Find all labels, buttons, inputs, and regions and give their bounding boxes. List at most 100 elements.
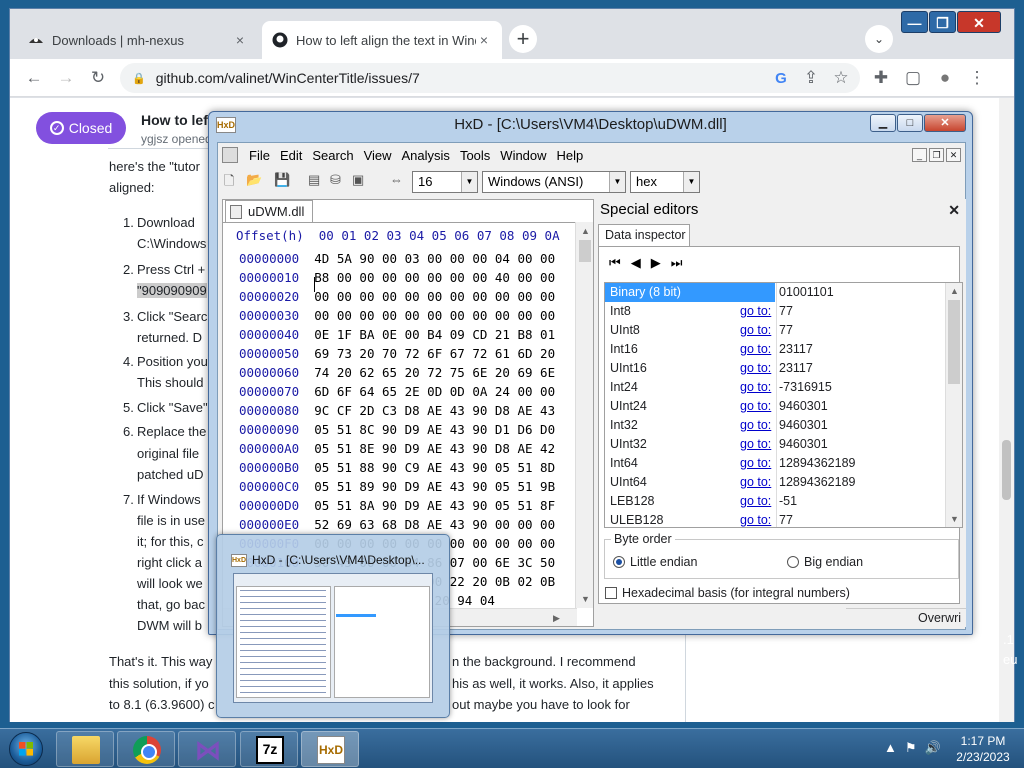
hex-bytes[interactable]: 69 73 20 70 72 6F 67 72 61 6D 20 (314, 346, 555, 361)
edit-mode-status[interactable]: Overwri (918, 611, 961, 625)
open-disk-icon[interactable]: ▣ (352, 172, 370, 190)
menu-search[interactable]: Search (307, 148, 358, 163)
open-file-icon[interactable]: 📂 (246, 172, 264, 190)
hex-row[interactable]: 000000D0 05 51 8A 90 D9 AE 43 90 05 51 8… (239, 496, 555, 515)
menu-file[interactable]: File (244, 148, 275, 163)
volume-icon[interactable]: 🔊 (925, 740, 941, 756)
hex-bytes[interactable]: 4D 5A 90 00 03 00 00 00 04 00 00 (314, 251, 555, 266)
hex-row[interactable]: 00000020 00 00 00 00 00 00 00 00 00 00 0… (239, 287, 555, 306)
hxd-titlebar[interactable]: HxD HxD - [C:\Users\VM4\Desktop\uDWM.dll… (209, 112, 972, 138)
address-bar[interactable]: 🔒 github.com/valinet/WinCenterTitle/issu… (120, 63, 860, 93)
mdi-close-button[interactable]: ✕ (946, 148, 961, 162)
goto-link[interactable]: go to: (740, 359, 771, 378)
document-icon[interactable] (222, 147, 238, 163)
hex-row[interactable]: 000000B0 05 51 88 90 C9 AE 43 90 05 51 8… (239, 458, 555, 477)
type-value[interactable]: 77 (779, 511, 793, 527)
maximize-button[interactable]: □ (897, 114, 923, 132)
vertical-scrollbar[interactable]: ▲ ▼ (575, 222, 593, 608)
bookmark-star-icon[interactable]: ☆ (827, 64, 855, 92)
taskbar-file-explorer[interactable] (56, 731, 114, 767)
menu-view[interactable]: View (359, 148, 397, 163)
inspector-row[interactable]: UInt24 go to: 9460301 (605, 397, 947, 416)
scrollbar-thumb[interactable] (579, 240, 591, 262)
close-button[interactable]: ✕ (924, 114, 966, 132)
charset-select[interactable]: Windows (ANSI) ▼ (482, 171, 626, 193)
reload-icon[interactable]: ↻ (84, 64, 112, 92)
goto-link[interactable]: go to: (740, 321, 771, 340)
hex-bytes[interactable]: 00 00 00 00 00 00 00 00 00 00 00 (314, 308, 555, 323)
hex-bytes[interactable]: 00 00 00 00 00 00 00 00 00 00 00 (314, 289, 555, 304)
type-value[interactable]: 23117 (779, 340, 813, 359)
type-value[interactable]: 77 (779, 321, 793, 340)
tab-udwm-dll[interactable]: uDWM.dll (225, 200, 313, 222)
big-endian-radio[interactable]: Big endian (787, 555, 863, 569)
scroll-down-icon[interactable]: ▼ (581, 594, 590, 604)
display-mode-select[interactable]: hex ▼ (630, 171, 700, 193)
first-icon[interactable]: ⏮ (609, 255, 621, 271)
hex-bytes[interactable]: 05 51 88 90 C9 AE 43 90 05 51 8D (314, 460, 555, 475)
type-value[interactable]: 12894362189 (779, 473, 855, 492)
hex-row[interactable]: 000000C0 05 51 89 90 D9 AE 43 90 05 51 9… (239, 477, 555, 496)
inspector-row[interactable]: UInt8 go to: 77 (605, 321, 947, 340)
hex-row[interactable]: 000000A0 05 51 8E 90 D9 AE 43 90 D8 AE 4… (239, 439, 555, 458)
profile-avatar-icon[interactable]: ● (931, 64, 959, 92)
mdi-minimize-button[interactable]: _ (912, 148, 927, 162)
inspector-row[interactable]: Int64 go to: 12894362189 (605, 454, 947, 473)
type-value[interactable]: 01001101 (779, 283, 834, 302)
scroll-up-icon[interactable]: ▲ (950, 286, 959, 296)
next-icon[interactable]: ▶ (651, 255, 661, 271)
tab-data-inspector[interactable]: Data inspector (598, 224, 690, 246)
radio-unchecked[interactable] (787, 556, 799, 568)
goto-link[interactable]: go to: (740, 378, 771, 397)
clock[interactable]: 1:17 PM 2/23/2023 (948, 733, 1018, 765)
taskbar-chrome[interactable] (117, 731, 175, 767)
menu-edit[interactable]: Edit (275, 148, 307, 163)
google-translate-icon[interactable]: G (767, 64, 795, 92)
scroll-right-icon[interactable]: ▶ (553, 613, 560, 624)
goto-link[interactable]: go to: (740, 397, 771, 416)
hex-bytes[interactable]: 05 51 89 90 D9 AE 43 90 05 51 9B (314, 479, 555, 494)
vertical-scrollbar[interactable]: ▲ ▼ (945, 283, 962, 527)
inspector-row[interactable]: Int24 go to: -7316915 (605, 378, 947, 397)
type-value[interactable]: 9460301 (779, 397, 828, 416)
taskbar-visual-studio[interactable]: ⋈ (178, 731, 236, 767)
taskbar-hxd[interactable]: HxD (301, 731, 359, 767)
hex-bytes[interactable]: 05 51 8A 90 D9 AE 43 90 05 51 8F (314, 498, 555, 513)
show-hidden-icons-icon[interactable]: ▲ (884, 740, 897, 756)
hex-bytes[interactable]: 0E 1F BA 0E 00 B4 09 CD 21 B8 01 (314, 327, 555, 342)
close-tab-icon[interactable]: × (232, 32, 248, 48)
goto-link[interactable]: go to: (740, 435, 771, 454)
hex-row[interactable]: 00000090 05 51 8C 90 D9 AE 43 90 D1 D6 D… (239, 420, 555, 439)
mdi-restore-button[interactable]: ❐ (929, 148, 944, 162)
hex-bytes[interactable]: B8 00 00 00 00 00 00 00 40 00 00 (314, 270, 555, 285)
type-value[interactable]: -7316915 (779, 378, 832, 397)
new-file-icon[interactable]: 🗋 (224, 172, 242, 190)
page-scrollbar[interactable] (999, 98, 1014, 722)
checkbox[interactable] (605, 587, 617, 599)
menu-tools[interactable]: Tools (455, 148, 495, 163)
hex-bytes[interactable]: 9C CF 2D C3 D8 AE 43 90 D8 AE 43 (314, 403, 555, 418)
hex-bytes[interactable]: 05 51 8C 90 D9 AE 43 90 D1 D6 D0 (314, 422, 555, 437)
network-icon[interactable]: ⚑ (905, 740, 917, 756)
type-value[interactable]: 9460301 (779, 416, 828, 435)
type-value[interactable]: -51 (779, 492, 797, 511)
hex-row[interactable]: 00000040 0E 1F BA 0E 00 B4 09 CD 21 B8 0… (239, 325, 555, 344)
inspector-row[interactable]: ULEB128 go to: 77 (605, 511, 947, 527)
tab-github-issue[interactable]: How to left align the text in Windo × (262, 21, 502, 59)
goto-link[interactable]: go to: (740, 340, 771, 359)
minimize-button[interactable]: — (901, 11, 928, 33)
hex-row[interactable]: 00000080 9C CF 2D C3 D8 AE 43 90 D8 AE 4… (239, 401, 555, 420)
close-tab-icon[interactable]: × (476, 32, 492, 48)
inspector-row[interactable]: LEB128 go to: -51 (605, 492, 947, 511)
extensions-icon[interactable]: ✚ (867, 64, 895, 92)
scrollbar-thumb[interactable] (948, 300, 960, 384)
minimize-button[interactable]: ▁ (870, 114, 896, 132)
back-icon[interactable]: ← (20, 64, 48, 92)
radio-checked[interactable] (613, 556, 625, 568)
goto-link[interactable]: go to: (740, 416, 771, 435)
last-icon[interactable]: ⏭ (671, 255, 683, 271)
taskbar-7zip[interactable]: 7z (240, 731, 298, 767)
lock-icon[interactable]: 🔒 (132, 72, 146, 85)
close-button[interactable]: ✕ (957, 11, 1001, 33)
goto-link[interactable]: go to: (740, 511, 771, 527)
